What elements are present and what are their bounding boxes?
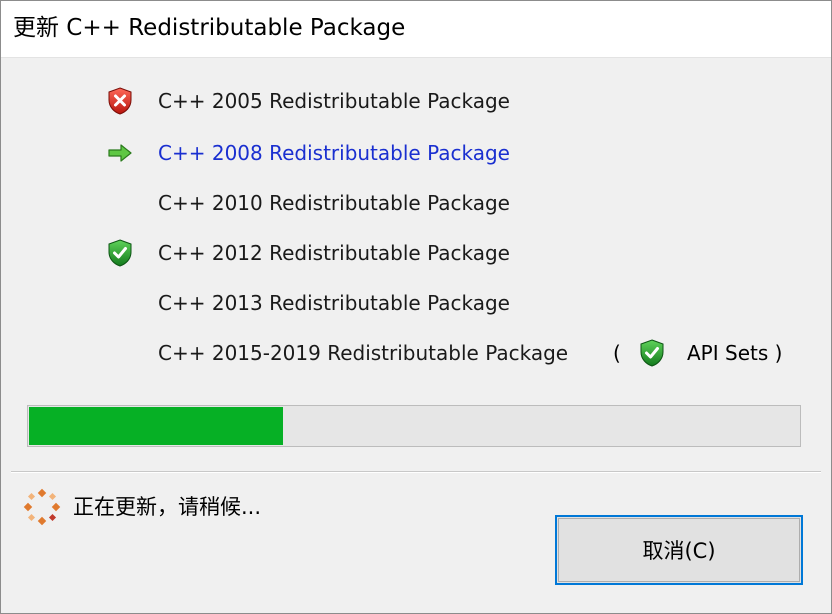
package-row-2015-2019: C++ 2015-2019 Redistributable Package ( … — [101, 335, 801, 371]
api-sets-open-paren: ( — [613, 341, 621, 365]
api-sets-label: API Sets ) — [687, 341, 783, 365]
divider — [11, 471, 821, 473]
status-text: 正在更新，请稍候... — [73, 495, 262, 519]
shield-check-icon — [108, 239, 132, 267]
package-label: C++ 2005 Redistributable Package — [158, 89, 510, 113]
package-row-2005: C++ 2005 Redistributable Package — [101, 83, 801, 119]
progress-fill — [29, 407, 283, 445]
package-label: C++ 2013 Redistributable Package — [158, 291, 510, 315]
package-label: C++ 2012 Redistributable Package — [158, 241, 510, 265]
package-row-2008: C++ 2008 Redistributable Package — [101, 135, 801, 171]
cancel-button[interactable]: 取消(C) — [555, 515, 803, 585]
dialog-window: 更新 C++ Redistributable Package C++ 2005 … — [0, 0, 832, 614]
shield-error-icon — [108, 87, 132, 115]
spinner-icon — [23, 488, 61, 526]
window-title: 更新 C++ Redistributable Package — [13, 15, 406, 41]
title-bar: 更新 C++ Redistributable Package — [1, 1, 831, 58]
shield-check-icon — [640, 339, 664, 367]
package-row-2012: C++ 2012 Redistributable Package — [101, 235, 801, 271]
package-row-2010: C++ 2010 Redistributable Package — [101, 185, 801, 221]
cancel-button-label: 取消(C) — [642, 539, 716, 563]
package-label: C++ 2008 Redistributable Package — [158, 141, 510, 165]
arrow-right-icon — [108, 144, 132, 162]
package-label: C++ 2015-2019 Redistributable Package — [158, 341, 569, 365]
progress-bar — [27, 405, 801, 447]
package-row-2013: C++ 2013 Redistributable Package — [101, 285, 801, 321]
package-label: C++ 2010 Redistributable Package — [158, 191, 510, 215]
